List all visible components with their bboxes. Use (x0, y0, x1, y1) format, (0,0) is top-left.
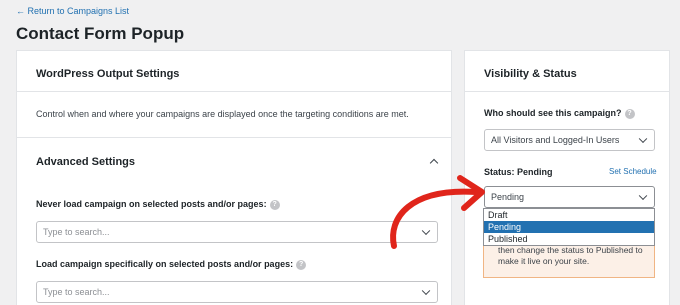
wp-output-settings-title: WordPress Output Settings (36, 68, 180, 80)
set-schedule-link[interactable]: Set Schedule (609, 167, 657, 176)
audience-select[interactable]: All Visitors and Logged-In Users (484, 129, 655, 151)
load-specific-search-select[interactable]: Type to search... (36, 281, 438, 303)
never-load-label-text: Never load campaign on selected posts an… (36, 199, 267, 209)
chevron-down-icon (638, 191, 648, 201)
divider (465, 91, 669, 92)
page-title: Contact Form Popup (16, 24, 185, 43)
annotation-arrow-icon (390, 175, 485, 249)
chevron-down-icon (638, 134, 648, 144)
visibility-status-title: Visibility & Status (484, 68, 577, 80)
help-icon[interactable]: ? (269, 199, 280, 210)
load-specific-label: Load campaign specifically on selected p… (36, 259, 307, 270)
notice-line-2: make it live on your site. (498, 256, 590, 266)
return-to-campaigns-link[interactable]: ← Return to Campaigns List (16, 6, 129, 16)
advanced-settings-title: Advanced Settings (36, 156, 136, 168)
help-icon[interactable]: ? (624, 108, 635, 119)
divider (17, 137, 451, 138)
who-should-see-label-text: Who should see this campaign? (484, 108, 622, 118)
never-load-placeholder: Type to search... (43, 227, 110, 237)
divider (17, 91, 451, 92)
status-option-pending[interactable]: Pending (484, 221, 654, 233)
load-specific-label-text: Load campaign specifically on selected p… (36, 259, 294, 269)
collapse-chevron-up-icon[interactable] (429, 158, 439, 168)
load-specific-placeholder: Type to search... (43, 287, 110, 297)
wp-output-description: Control when and where your campaigns ar… (36, 109, 409, 119)
never-load-label: Never load campaign on selected posts an… (36, 199, 280, 210)
notice-line-1: then change the status to Published to (498, 245, 643, 255)
status-option-published[interactable]: Published (484, 233, 654, 245)
status-select[interactable]: Pending (484, 186, 655, 208)
status-dropdown-list[interactable]: Draft Pending Published (483, 208, 655, 246)
who-should-see-label: Who should see this campaign?? (484, 108, 635, 119)
help-icon[interactable]: ? (296, 259, 307, 270)
status-option-draft[interactable]: Draft (484, 209, 654, 221)
never-load-search-select[interactable]: Type to search... (36, 221, 438, 243)
chevron-down-icon (421, 286, 431, 296)
audience-select-value: All Visitors and Logged-In Users (491, 135, 620, 145)
